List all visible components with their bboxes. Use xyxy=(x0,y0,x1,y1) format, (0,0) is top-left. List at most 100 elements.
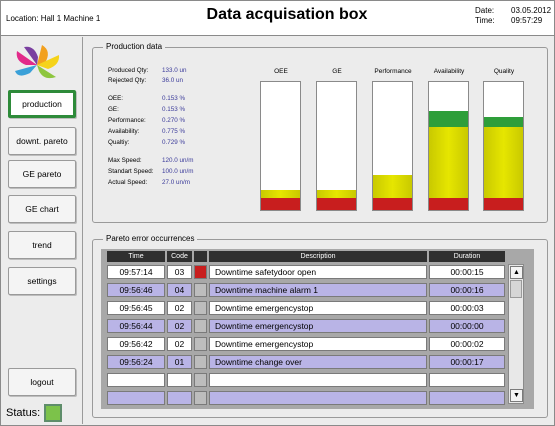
gauge-fill-yellow xyxy=(373,175,412,198)
col-header-duration: Duration xyxy=(429,251,505,262)
description-cell xyxy=(209,373,427,387)
logout-button[interactable]: logout xyxy=(8,368,76,396)
stat-rejected-qty: Rejected Qty: 36.0 un xyxy=(108,77,184,84)
gauge-fill-yellow xyxy=(429,127,468,198)
description-cell: Downtime machine alarm 1 xyxy=(209,283,427,297)
time-cell: 09:56:45 xyxy=(107,301,165,315)
marker-cell xyxy=(194,283,207,297)
pareto-table: Time Code Description Duration ▲ ▼ 09:57… xyxy=(101,249,534,409)
marker-cell xyxy=(194,391,207,405)
date-time-display: Date: 03.05.2012 Time: 09:57:29 xyxy=(475,6,551,26)
time-cell: 09:57:14 xyxy=(107,265,165,279)
code-cell: 02 xyxy=(167,337,192,351)
nav-downtime-pareto-button[interactable]: downt. pareto xyxy=(8,127,76,155)
code-cell: 04 xyxy=(167,283,192,297)
code-cell: 03 xyxy=(167,265,192,279)
gauge-ge xyxy=(316,81,357,211)
status-led-icon xyxy=(44,404,63,422)
stat-actual-speed: Actual Speed: 27.0 un/m xyxy=(108,179,191,186)
gauge-performance xyxy=(372,81,413,211)
gauge-fill-yellow xyxy=(261,190,300,198)
stat-produced-qty: Produced Qty: 133.0 un xyxy=(108,67,187,74)
code-cell: 02 xyxy=(167,319,192,333)
gauge-fill-red xyxy=(317,198,356,210)
gauge-label-ge: GE xyxy=(332,68,342,75)
gauge-fill-yellow xyxy=(484,127,523,198)
description-cell: Downtime safetydoor open xyxy=(209,265,427,279)
gauge-fill-green xyxy=(429,111,468,127)
code-cell xyxy=(167,391,192,405)
time-cell xyxy=(107,391,165,405)
table-scrollbar[interactable]: ▲ ▼ xyxy=(508,264,524,404)
duration-cell: 00:00:16 xyxy=(429,283,505,297)
duration-cell xyxy=(429,391,505,405)
nav-settings-button[interactable]: settings xyxy=(8,267,76,295)
nav-ge-chart-button[interactable]: GE chart xyxy=(8,195,76,223)
marker-cell xyxy=(194,265,207,279)
stat-max-speed: Max Speed: 120.0 un/m xyxy=(108,157,194,164)
description-cell: Downtime emergencystop xyxy=(209,319,427,333)
pareto-panel: Pareto error occurrences Time Code Descr… xyxy=(92,234,548,418)
page-title: Data acquisation box xyxy=(206,6,368,23)
time-label: Time: xyxy=(475,16,495,25)
header-bar: Location: Hall 1 Machine 1 Data acquisat… xyxy=(1,1,554,36)
date-value: 03.05.2012 xyxy=(511,6,552,15)
company-logo-icon xyxy=(15,45,60,79)
code-cell xyxy=(167,373,192,387)
time-cell xyxy=(107,373,165,387)
duration-cell: 00:00:02 xyxy=(429,337,505,351)
description-cell xyxy=(209,391,427,405)
gauge-availability xyxy=(428,81,469,211)
description-cell: Downtime change over xyxy=(209,355,427,369)
duration-cell: 00:00:15 xyxy=(429,265,505,279)
gauge-fill-yellow xyxy=(317,190,356,198)
marker-cell xyxy=(194,337,207,351)
nav-ge-pareto-button[interactable]: GE pareto xyxy=(8,160,76,188)
stat-standart-speed: Standart Speed: 100.0 un/m xyxy=(108,168,194,175)
scroll-down-icon[interactable]: ▼ xyxy=(510,389,523,402)
time-cell: 09:56:42 xyxy=(107,337,165,351)
nav-trend-button[interactable]: trend xyxy=(8,231,76,259)
gauge-label-availability: Availability xyxy=(433,68,465,75)
marker-cell xyxy=(194,355,207,369)
description-cell: Downtime emergencystop xyxy=(209,301,427,315)
col-header-code: Code xyxy=(167,251,192,262)
col-header-marker xyxy=(194,251,207,262)
date-label: Date: xyxy=(475,6,495,15)
marker-cell xyxy=(194,319,207,333)
nav-production-button[interactable]: production xyxy=(8,90,76,118)
gauge-quality xyxy=(483,81,524,211)
scroll-up-icon[interactable]: ▲ xyxy=(510,266,523,279)
duration-cell: 00:00:17 xyxy=(429,355,505,369)
gauge-fill-red xyxy=(484,198,523,210)
duration-cell: 00:00:03 xyxy=(429,301,505,315)
col-header-time: Time xyxy=(107,251,165,262)
production-data-title: Production data xyxy=(103,42,166,51)
duration-cell: 00:00:00 xyxy=(429,319,505,333)
gauge-fill-red xyxy=(261,198,300,210)
gauge-oee xyxy=(260,81,301,211)
gauge-fill-red xyxy=(373,198,412,210)
gauge-label-oee: OEE xyxy=(274,68,288,75)
location-label: Location: Hall 1 Machine 1 xyxy=(6,14,101,23)
sidebar: production downt. pareto GE pareto GE ch… xyxy=(2,37,83,424)
stat-oee: OEE: 0.153 % xyxy=(108,95,186,102)
time-cell: 09:56:44 xyxy=(107,319,165,333)
description-cell: Downtime emergencystop xyxy=(209,337,427,351)
status-indicator: Status: xyxy=(6,404,63,422)
time-cell: 09:56:24 xyxy=(107,355,165,369)
scroll-thumb[interactable] xyxy=(510,280,522,298)
stat-availability: Availability: 0.775 % xyxy=(108,128,186,135)
app-window: Location: Hall 1 Machine 1 Data acquisat… xyxy=(0,0,555,426)
col-header-description: Description xyxy=(209,251,427,262)
gauge-label-quality: Quality xyxy=(493,68,515,75)
marker-cell xyxy=(194,301,207,315)
gauge-fill-red xyxy=(429,198,468,210)
code-cell: 01 xyxy=(167,355,192,369)
duration-cell xyxy=(429,373,505,387)
production-data-panel: Production data Produced Qty: 133.0 un Re… xyxy=(92,42,548,223)
stat-ge: GE: 0.153 % xyxy=(108,106,186,113)
stat-performance: Performance: 0.270 % xyxy=(108,117,186,124)
time-cell: 09:56:46 xyxy=(107,283,165,297)
marker-cell xyxy=(194,373,207,387)
